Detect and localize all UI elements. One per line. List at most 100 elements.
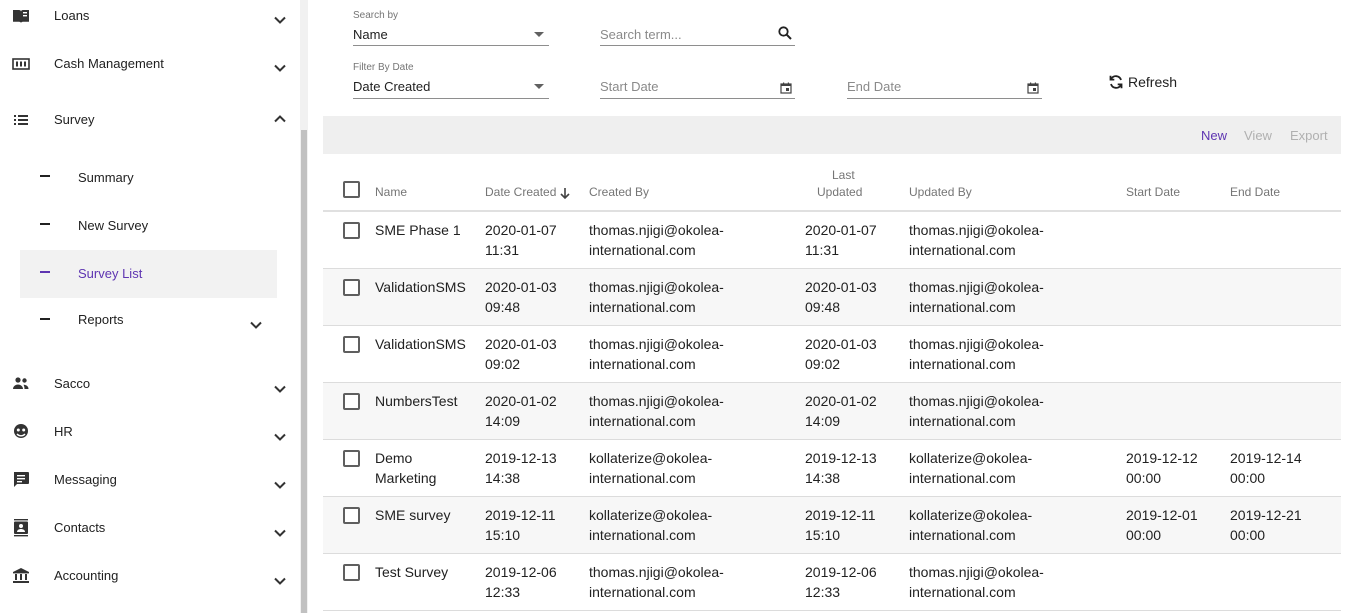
cell-date-created-line: 15:10 (485, 527, 521, 543)
column-header-last-updated-2[interactable]: Updated (817, 184, 862, 201)
chevron-down-icon[interactable] (273, 526, 287, 540)
sidebar-subitem-summary[interactable]: Summary (20, 170, 277, 218)
filter-by-date-label: Filter By Date (353, 62, 414, 73)
sidebar-item-hr[interactable]: HR (0, 423, 300, 463)
table-toolbar: New View Export (323, 116, 1341, 154)
search-by-label: Search by (353, 10, 399, 21)
cell-updated-by-line: kollaterize@okolea- (909, 450, 1033, 466)
sidebar-item-loans[interactable]: Loans (0, 7, 300, 47)
chevron-down-icon[interactable] (273, 430, 287, 444)
search-input[interactable]: Search term... (600, 10, 795, 46)
column-header-name[interactable]: Name (375, 184, 407, 201)
dash-icon (40, 175, 50, 177)
sidebar-subitem-reports[interactable]: Reports (20, 312, 277, 360)
refresh-button[interactable]: Refresh (1108, 72, 1177, 92)
sort-arrow-down-icon[interactable] (560, 187, 570, 200)
table-row[interactable]: ValidationSMS 2020-01-03 09:48 thomas.njigi… (323, 269, 1341, 326)
cell-updated-by-line: thomas.njigi@okolea- (909, 279, 1044, 295)
chevron-down-icon[interactable] (273, 13, 287, 27)
calendar-icon[interactable] (780, 81, 792, 94)
chevron-down-icon[interactable] (273, 382, 287, 396)
row-checkbox[interactable] (343, 222, 360, 239)
table-row[interactable]: ValidationSMS 2020-01-03 09:02 thomas.njigi… (323, 326, 1341, 383)
search-by-select[interactable]: Search by Name (353, 10, 549, 46)
cell-name-line: SME Phase 1 (375, 222, 461, 238)
row-checkbox[interactable] (343, 450, 360, 467)
scrollbar-thumb[interactable] (301, 130, 307, 613)
column-header-end-date[interactable]: End Date (1230, 184, 1280, 201)
cell-created-by-line: kollaterize@okolea- (589, 507, 713, 523)
row-checkbox[interactable] (343, 279, 360, 296)
sidebar-subitem-label: Reports (78, 312, 124, 327)
chevron-down-icon[interactable] (273, 574, 287, 588)
cell-date-created: 2020-01-03 09:48 (485, 277, 557, 317)
search-placeholder: Search term... (600, 27, 682, 42)
field-underline (600, 45, 795, 46)
cell-date-created-line: 09:02 (485, 356, 521, 372)
new-button[interactable]: New (1201, 128, 1227, 143)
filter-by-date-value: Date Created (353, 79, 431, 94)
sidebar-item-cash-management[interactable]: Cash Management (0, 55, 300, 95)
cell-end-date: 2019-12-14 00:00 (1230, 448, 1302, 488)
sidebar-subitem-label: Summary (78, 170, 134, 185)
table-row[interactable]: NumbersTest 2020-01-02 14:09 thomas.njigi@o… (323, 383, 1341, 440)
sidebar-subitem-label: New Survey (78, 218, 149, 233)
cell-start-date-line: 00:00 (1126, 470, 1162, 486)
calendar-icon[interactable] (1027, 81, 1039, 94)
sidebar-item-survey[interactable]: Survey (0, 111, 300, 151)
chevron-down-icon[interactable] (273, 478, 287, 492)
table-row[interactable]: SME Phase 1 2020-01-07 11:31 thomas.njigi@o… (323, 212, 1341, 269)
row-checkbox[interactable] (343, 507, 360, 524)
cell-last-updated: 2020-01-03 09:48 (805, 277, 877, 317)
chevron-down-icon[interactable] (249, 318, 263, 332)
cell-date-created: 2019-12-13 14:38 (485, 448, 557, 488)
end-date-input[interactable]: End Date (847, 62, 1042, 99)
cell-last-updated-line: 09:48 (805, 299, 841, 315)
dropdown-arrow-icon (534, 84, 544, 89)
sidebar-subitem-survey-list[interactable]: Survey List (20, 250, 277, 298)
view-button[interactable]: View (1244, 128, 1272, 143)
cell-date-created-line: 2019-12-11 (485, 507, 556, 523)
cell-created-by: thomas.njigi@okolea-international.com (589, 562, 724, 602)
sidebar: Loans Cash Management Survey Summary New… (0, 0, 300, 613)
column-header-last-updated-1[interactable]: Last (832, 167, 855, 184)
row-checkbox[interactable] (343, 564, 360, 581)
column-header-date-created[interactable]: Date Created (485, 184, 556, 201)
cell-updated-by-line: international.com (909, 413, 1016, 429)
cell-last-updated: 2019-12-13 14:38 (805, 448, 877, 488)
sidebar-item-accounting[interactable]: Accounting (0, 567, 300, 607)
chevron-up-icon[interactable] (273, 112, 287, 126)
start-date-input[interactable]: Start Date (600, 62, 795, 99)
cell-name-line: Test Survey (375, 564, 449, 580)
row-checkbox[interactable] (343, 393, 360, 410)
field-underline (600, 98, 795, 99)
cell-updated-by-line: thomas.njigi@okolea- (909, 222, 1044, 238)
table-row[interactable]: SME survey 2019-12-11 15:10 kollaterize@oko… (323, 497, 1341, 554)
cell-last-updated-line: 2020-01-07 (805, 222, 877, 238)
cell-last-updated-line: 2020-01-02 (805, 393, 877, 409)
table-row[interactable]: Test Survey 2019-12-06 12:33 thomas.njigi@o… (323, 554, 1341, 611)
sidebar-item-messaging[interactable]: Messaging (0, 471, 300, 511)
cell-created-by-line: thomas.njigi@okolea- (589, 564, 724, 580)
cell-date-created-line: 2020-01-03 (485, 279, 557, 295)
column-header-created-by[interactable]: Created By (589, 184, 649, 201)
cell-name-line: ValidationSMS (375, 279, 466, 295)
column-header-start-date[interactable]: Start Date (1126, 184, 1180, 201)
sidebar-scrollbar[interactable] (300, 0, 308, 613)
filter-by-date-select[interactable]: Filter By Date Date Created (353, 62, 549, 99)
search-icon[interactable] (778, 26, 792, 40)
cell-created-by-line: thomas.njigi@okolea- (589, 222, 724, 238)
select-all-checkbox[interactable] (343, 181, 360, 198)
cell-last-updated-line: 2019-12-06 (805, 564, 877, 580)
cell-name: ValidationSMS (375, 334, 466, 354)
export-button[interactable]: Export (1290, 128, 1328, 143)
column-header-updated-by[interactable]: Updated By (909, 184, 972, 201)
chevron-down-icon[interactable] (273, 61, 287, 75)
cell-created-by-line: international.com (589, 527, 696, 543)
sidebar-item-sacco[interactable]: Sacco (0, 375, 300, 415)
cell-updated-by-line: international.com (909, 299, 1016, 315)
sidebar-item-contacts[interactable]: Contacts (0, 519, 300, 559)
table-row[interactable]: Demo Marketing 2019-12-13 14:38 kollaterize@… (323, 440, 1341, 497)
row-checkbox[interactable] (343, 336, 360, 353)
sidebar-subitem-label: Survey List (78, 266, 143, 281)
